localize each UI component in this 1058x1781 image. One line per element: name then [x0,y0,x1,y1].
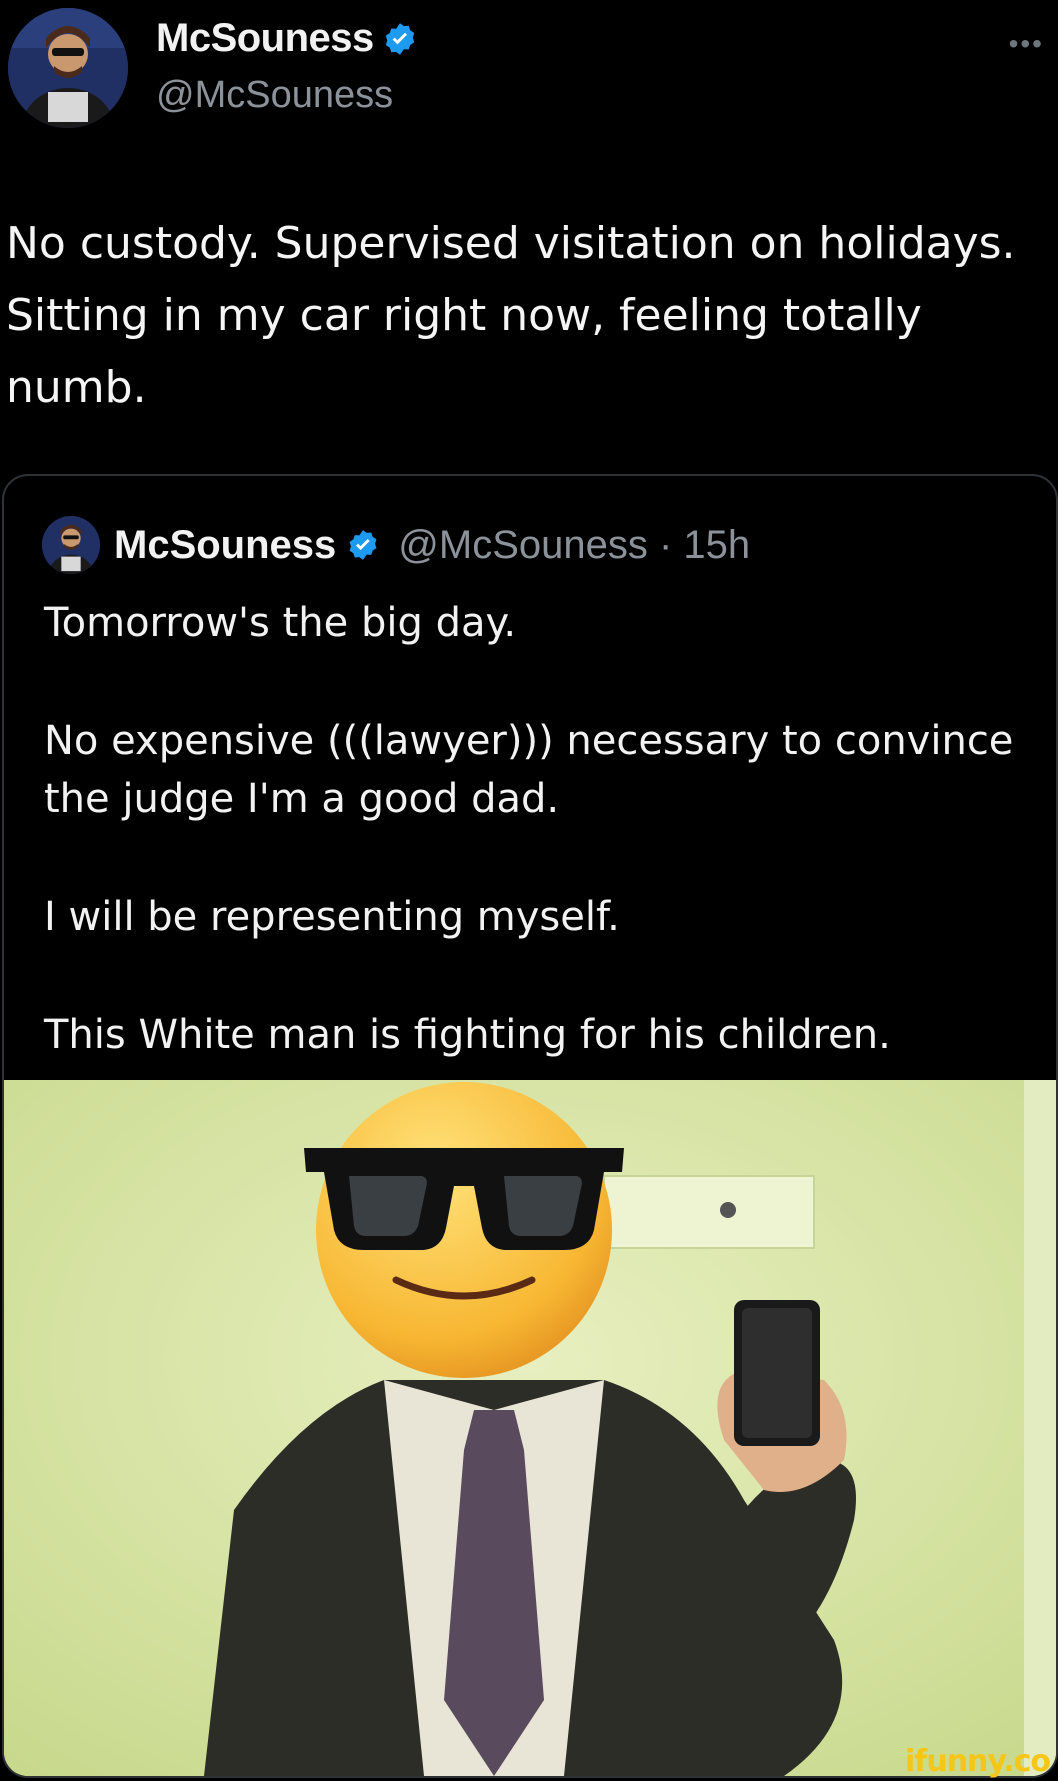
author-display-name[interactable]: McSouness [156,16,374,61]
quoted-tweet-card[interactable]: McSouness @McSouness · 15h Tomorrow's th… [2,474,1058,1778]
verified-badge-icon [382,21,418,57]
quoted-author-avatar [42,516,100,574]
author-name-row[interactable]: McSouness [156,16,418,61]
tweet-text: No custody. Supervised visitation on hol… [6,218,1016,413]
verified-badge-icon [346,528,380,562]
quoted-author-display-name: McSouness [114,522,337,567]
quoted-paragraph: No expensive (((lawyer))) necessary to c… [44,718,1014,822]
quoted-paragraph: This White man is fighting for his child… [44,1012,891,1058]
author-avatar[interactable] [8,8,128,128]
more-options-icon[interactable]: ••• [1009,28,1044,60]
author-handle[interactable]: @McSouness [156,74,393,117]
quoted-author-handle-time: @McSouness · 15h [398,522,751,567]
quoted-paragraph: Tomorrow's the big day. [44,600,517,646]
quoted-tweet-header: McSouness @McSouness · 15h [42,516,750,574]
quoted-paragraph: I will be representing myself. [44,894,620,940]
quoted-tweet-photo[interactable] [4,1080,1056,1776]
watermark-logo: ifunny.co [905,1744,1051,1779]
quoted-tweet-text: Tomorrow's the big day. No expensive (((… [44,594,1044,1124]
